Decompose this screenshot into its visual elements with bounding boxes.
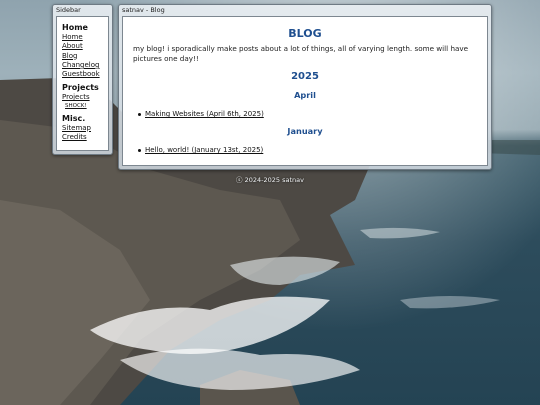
sidebar-link-shock[interactable]: SHOCK! [65, 103, 108, 110]
list-item: Making Websites (April 6th, 2025) [133, 110, 477, 118]
sidebar-link-credits[interactable]: Credits [62, 133, 108, 142]
sidebar-heading-projects: Projects [62, 83, 99, 93]
sidebar-link-blog[interactable]: Blog [62, 52, 108, 61]
bullet-icon [138, 148, 141, 152]
sidebar-link-about[interactable]: About [62, 42, 108, 51]
sidebar-heading-misc: Misc. [62, 113, 86, 123]
blog-window-title: satnav - Blog [122, 6, 165, 14]
sidebar-link-guestbook[interactable]: Guestbook [62, 70, 108, 79]
blog-intro: my blog! i sporadically make posts about… [133, 44, 469, 63]
sidebar-content: Home Home About Blog Changelog Guestbook… [56, 16, 109, 151]
month-heading-january: January [287, 126, 323, 136]
page-title: BLOG [288, 27, 322, 40]
blog-window: satnav - Blog BLOG my blog! i sporadical… [118, 4, 492, 170]
footer-copyright: ⓢ 2024-2025 satnav [236, 176, 304, 184]
bullet-icon [138, 112, 141, 116]
sidebar-link-projects[interactable]: Projects [62, 93, 108, 102]
post-link-hello-world[interactable]: Hello, world! (January 13st, 2025) [145, 146, 263, 154]
year-heading: 2025 [291, 71, 319, 82]
post-link-making-websites[interactable]: Making Websites (April 6th, 2025) [145, 110, 264, 118]
month-heading-april: April [294, 90, 316, 100]
list-item: Hello, world! (January 13st, 2025) [133, 146, 477, 154]
blog-content: BLOG my blog! i sporadically make posts … [122, 16, 488, 166]
sidebar-window: Sidebar Home Home About Blog Changelog G… [52, 4, 113, 155]
sidebar-link-home[interactable]: Home [62, 33, 108, 42]
sidebar-link-sitemap[interactable]: Sitemap [62, 124, 108, 133]
sidebar-title: Sidebar [56, 6, 81, 14]
sidebar-heading-home: Home [62, 23, 88, 32]
sidebar-link-changelog[interactable]: Changelog [62, 61, 108, 70]
